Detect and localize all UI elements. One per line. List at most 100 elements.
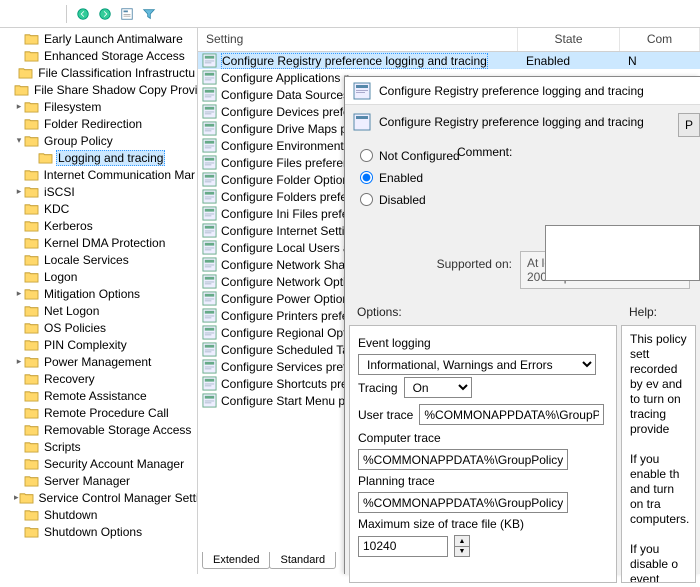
setting-label: Configure Folder Option — [221, 173, 349, 187]
spinner-up-icon[interactable]: ▲ — [455, 536, 469, 546]
tree-item[interactable]: ▾Group Policy — [0, 132, 197, 149]
tree-item[interactable]: ▸ Filesystem — [0, 98, 197, 115]
tree-item[interactable]: Logon — [0, 268, 197, 285]
tree-label: Removable Storage Access — [42, 423, 193, 437]
tree-label: Scripts — [42, 440, 83, 454]
setting-label: Configure Shortcuts pref — [221, 377, 351, 391]
policy-icon — [353, 113, 371, 131]
toolbar-divider — [66, 5, 67, 23]
max-size-label: Maximum size of trace file (KB) — [358, 517, 608, 531]
tree-item[interactable]: Removable Storage Access — [0, 421, 197, 438]
tree-label: File Classification Infrastructu — [36, 66, 197, 80]
comment-cell: N — [620, 54, 700, 68]
tree-item[interactable]: Internet Communication Mar — [0, 166, 197, 183]
computer-trace-input[interactable] — [358, 449, 568, 470]
tree-item[interactable]: Scripts — [0, 438, 197, 455]
tree-item[interactable]: ▸Service Control Manager Setti — [0, 489, 197, 506]
radio-enabled[interactable]: Enabled — [355, 167, 690, 189]
column-state[interactable]: State — [518, 28, 620, 51]
dialog-policy-settings: Configure Registry preference logging an… — [344, 76, 700, 574]
tree-label: Recovery — [42, 372, 97, 386]
dialog-title: Configure Registry preference logging an… — [379, 84, 644, 98]
tree-label: Internet Communication Mar — [42, 168, 197, 182]
list-header: Setting State Com — [198, 28, 700, 52]
tree-label: iSCSI — [42, 185, 77, 199]
tree-item[interactable]: Remote Assistance — [0, 387, 197, 404]
help-panel[interactable]: This policy sett recorded by ev and to t… — [621, 325, 696, 583]
tree-item[interactable]: Enhanced Storage Access — [0, 47, 197, 64]
tree-item[interactable]: File Classification Infrastructu — [0, 64, 197, 81]
user-trace-input[interactable] — [419, 404, 604, 425]
tree-item[interactable]: Logging and tracing — [0, 149, 197, 166]
tree-item[interactable]: Kerberos — [0, 217, 197, 234]
tree-item[interactable]: PIN Complexity — [0, 336, 197, 353]
tree-item[interactable]: Security Account Manager — [0, 455, 197, 472]
tree-item[interactable]: Early Launch Antimalware — [0, 30, 197, 47]
comment-label: Comment: — [457, 145, 512, 159]
tree-item[interactable]: Shutdown — [0, 506, 197, 523]
event-logging-label: Event logging — [358, 336, 608, 350]
event-logging-select[interactable]: Informational, Warnings and Errors — [358, 354, 596, 375]
tree-label: KDC — [42, 202, 71, 216]
setting-label: Configure Environment — [221, 139, 344, 153]
list-row[interactable]: Configure Registry preference logging an… — [198, 52, 700, 69]
tree-item[interactable]: Net Logon — [0, 302, 197, 319]
expander-icon[interactable]: ▸ — [14, 102, 24, 111]
back-icon[interactable] — [73, 4, 93, 24]
tree-item[interactable]: Recovery — [0, 370, 197, 387]
planning-trace-input[interactable] — [358, 492, 568, 513]
setting-label: Configure Registry preference logging an… — [221, 53, 488, 69]
tracing-select[interactable]: On — [404, 377, 472, 398]
setting-label: Configure Applications p — [221, 71, 350, 85]
tree-item[interactable]: File Share Shadow Copy Provi — [0, 81, 197, 98]
tree-item[interactable]: ▸ iSCSI — [0, 183, 197, 200]
expander-icon[interactable]: ▾ — [14, 136, 24, 145]
options-panel: Event logging Informational, Warnings an… — [349, 325, 617, 583]
column-comment[interactable]: Com — [620, 28, 700, 51]
tree-item[interactable]: Folder Redirection — [0, 115, 197, 132]
setting-label: Configure Start Menu pr — [221, 394, 349, 408]
tab-standard[interactable]: Standard — [269, 552, 336, 569]
tree-item[interactable]: ▸Power Management — [0, 353, 197, 370]
column-setting[interactable]: Setting — [198, 28, 518, 51]
planning-trace-label: Planning trace — [358, 474, 608, 488]
tree-label: Folder Redirection — [42, 117, 144, 131]
setting-label: Configure Network Opti — [221, 275, 346, 289]
forward-icon[interactable] — [95, 4, 115, 24]
radio-not-configured[interactable]: Not Configured — [355, 145, 690, 167]
tree-item[interactable]: Kernel DMA Protection — [0, 234, 197, 251]
filter-icon[interactable] — [139, 4, 159, 24]
expander-icon[interactable]: ▸ — [14, 357, 24, 366]
spinner-down-icon[interactable]: ▼ — [455, 546, 469, 556]
tab-extended[interactable]: Extended — [202, 552, 270, 569]
tree-label: Filesystem — [42, 100, 103, 114]
tree-label: Server Manager — [42, 474, 132, 488]
previous-setting-button[interactable]: P — [678, 113, 700, 137]
tree-pane[interactable]: Early Launch AntimalwareEnhanced Storage… — [0, 28, 198, 574]
tree-item[interactable]: Server Manager — [0, 472, 197, 489]
tree-item[interactable]: Shutdown Options — [0, 523, 197, 540]
max-size-input[interactable] — [358, 536, 448, 557]
properties-icon[interactable] — [117, 4, 137, 24]
setting-label: Configure Power Option — [221, 292, 349, 306]
radio-disabled[interactable]: Disabled — [355, 189, 690, 211]
tree-label: Shutdown Options — [42, 525, 144, 539]
tree-item[interactable]: KDC — [0, 200, 197, 217]
tree-item[interactable]: Locale Services — [0, 251, 197, 268]
expander-icon[interactable]: ▸ — [14, 187, 24, 196]
tree-item[interactable]: ▸ Mitigation Options — [0, 285, 197, 302]
tree-item[interactable]: Remote Procedure Call — [0, 404, 197, 421]
help-text: This policy sett recorded by ev and to t… — [630, 332, 687, 583]
comment-textarea[interactable] — [545, 225, 700, 281]
expander-icon[interactable]: ▸ — [14, 289, 24, 298]
supported-on-label: Supported on: — [355, 251, 520, 289]
tree-label: Kerberos — [42, 219, 95, 233]
computer-trace-label: Computer trace — [358, 431, 608, 445]
state-cell: Enabled — [518, 54, 620, 68]
tree-label: Net Logon — [42, 304, 101, 318]
tree-item[interactable]: OS Policies — [0, 319, 197, 336]
tree-label: Shutdown — [42, 508, 99, 522]
tree-label: Service Control Manager Setti — [37, 491, 198, 505]
setting-label: Configure Printers prefer — [221, 309, 352, 323]
tree-label: Mitigation Options — [42, 287, 142, 301]
